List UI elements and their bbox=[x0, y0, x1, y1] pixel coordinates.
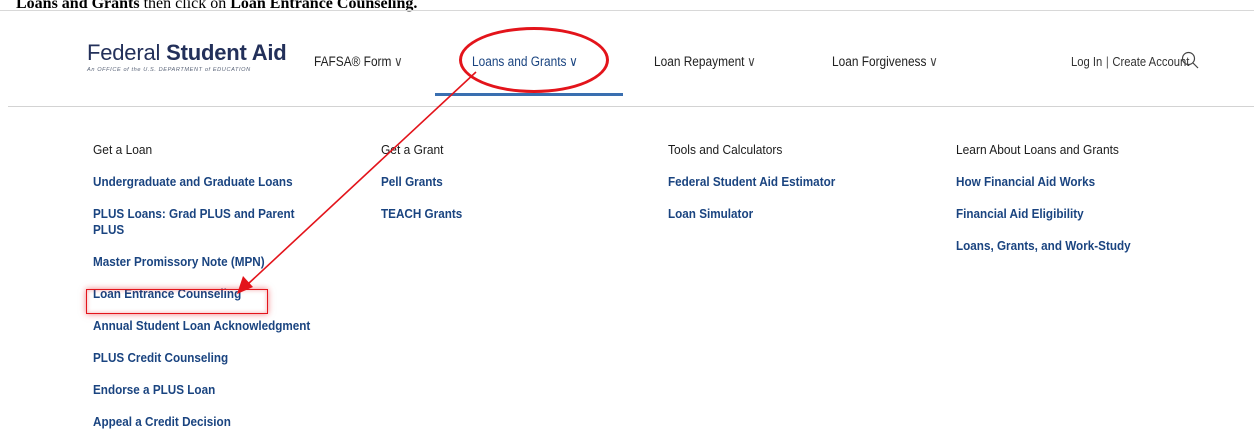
menu-link-loan-entrance-counseling[interactable]: Loan Entrance Counseling bbox=[93, 286, 323, 302]
active-nav-underline bbox=[435, 93, 623, 96]
nav-loan-repayment[interactable]: Loan Repayment ∨ bbox=[654, 52, 756, 72]
chevron-down-icon: ∨ bbox=[569, 54, 578, 69]
logo-subtitle: An OFFICE of the U.S. DEPARTMENT of EDUC… bbox=[87, 67, 251, 73]
logo-word-federal: Federal bbox=[87, 40, 161, 65]
nav-loans-and-grants[interactable]: Loans and Grants ∨ bbox=[472, 52, 578, 72]
menu-column-get-a-grant: Get a Grant Pell Grants TEACH Grants bbox=[381, 142, 471, 238]
chevron-down-icon: ∨ bbox=[747, 54, 756, 69]
nav-loan-forgiveness[interactable]: Loan Forgiveness ∨ bbox=[832, 52, 938, 72]
chevron-down-icon: ∨ bbox=[929, 54, 938, 69]
menu-link-pell-grants[interactable]: Pell Grants bbox=[381, 174, 462, 190]
menu-link-master-promissory-note[interactable]: Master Promissory Note (MPN) bbox=[93, 254, 323, 270]
menu-link-loans-grants-work-study[interactable]: Loans, Grants, and Work-Study bbox=[956, 238, 1131, 254]
nav-label: Loans and Grants bbox=[472, 54, 567, 69]
menu-link-loan-simulator[interactable]: Loan Simulator bbox=[668, 206, 835, 222]
nav-label: Loan Forgiveness bbox=[832, 54, 927, 69]
account-separator: | bbox=[1105, 55, 1109, 69]
column-heading: Get a Grant bbox=[381, 142, 444, 157]
menu-link-undergraduate-graduate-loans[interactable]: Undergraduate and Graduate Loans bbox=[93, 174, 323, 190]
column-heading: Learn About Loans and Grants bbox=[956, 142, 1119, 157]
menu-link-teach-grants[interactable]: TEACH Grants bbox=[381, 206, 462, 222]
nav-fafsa-form[interactable]: FAFSA® Form ∨ bbox=[314, 52, 403, 72]
account-links: Log In | Create Account bbox=[1071, 52, 1189, 72]
menu-link-how-financial-aid-works[interactable]: How Financial Aid Works bbox=[956, 174, 1131, 190]
menu-link-financial-aid-eligibility[interactable]: Financial Aid Eligibility bbox=[956, 206, 1131, 222]
menu-link-plus-credit-counseling[interactable]: PLUS Credit Counseling bbox=[93, 350, 323, 366]
create-account-link[interactable]: Create Account bbox=[1112, 55, 1189, 69]
logo-wordmark: Federal Student Aid bbox=[87, 41, 287, 65]
menu-link-plus-loans[interactable]: PLUS Loans: Grad PLUS and Parent PLUS bbox=[93, 206, 323, 238]
site-header: Federal Student Aid An OFFICE of the U.S… bbox=[0, 11, 1254, 106]
logo[interactable]: Federal Student Aid An OFFICE of the U.S… bbox=[87, 41, 287, 74]
column-heading: Get a Loan bbox=[93, 142, 153, 157]
menu-link-endorse-plus-loan[interactable]: Endorse a PLUS Loan bbox=[93, 382, 323, 398]
nav-label: FAFSA® Form bbox=[314, 54, 392, 69]
menu-column-learn-about: Learn About Loans and Grants How Financi… bbox=[956, 142, 1150, 270]
menu-link-federal-student-aid-estimator[interactable]: Federal Student Aid Estimator bbox=[668, 174, 835, 190]
login-link[interactable]: Log In bbox=[1071, 55, 1102, 69]
menu-link-annual-student-loan-acknowledgment[interactable]: Annual Student Loan Acknowledgment bbox=[93, 318, 323, 334]
menu-link-appeal-credit-decision[interactable]: Appeal a Credit Decision bbox=[93, 414, 323, 430]
search-icon[interactable] bbox=[1181, 51, 1199, 69]
nav-label: Loan Repayment bbox=[654, 54, 745, 69]
logo-word-student-aid: Student Aid bbox=[166, 40, 287, 65]
menu-column-get-a-loan: Get a Loan Undergraduate and Graduate Lo… bbox=[93, 142, 348, 443]
column-heading: Tools and Calculators bbox=[668, 142, 783, 157]
chevron-down-icon: ∨ bbox=[394, 54, 403, 69]
header-divider bbox=[8, 106, 1254, 107]
menu-column-tools-calculators: Tools and Calculators Federal Student Ai… bbox=[668, 142, 854, 238]
